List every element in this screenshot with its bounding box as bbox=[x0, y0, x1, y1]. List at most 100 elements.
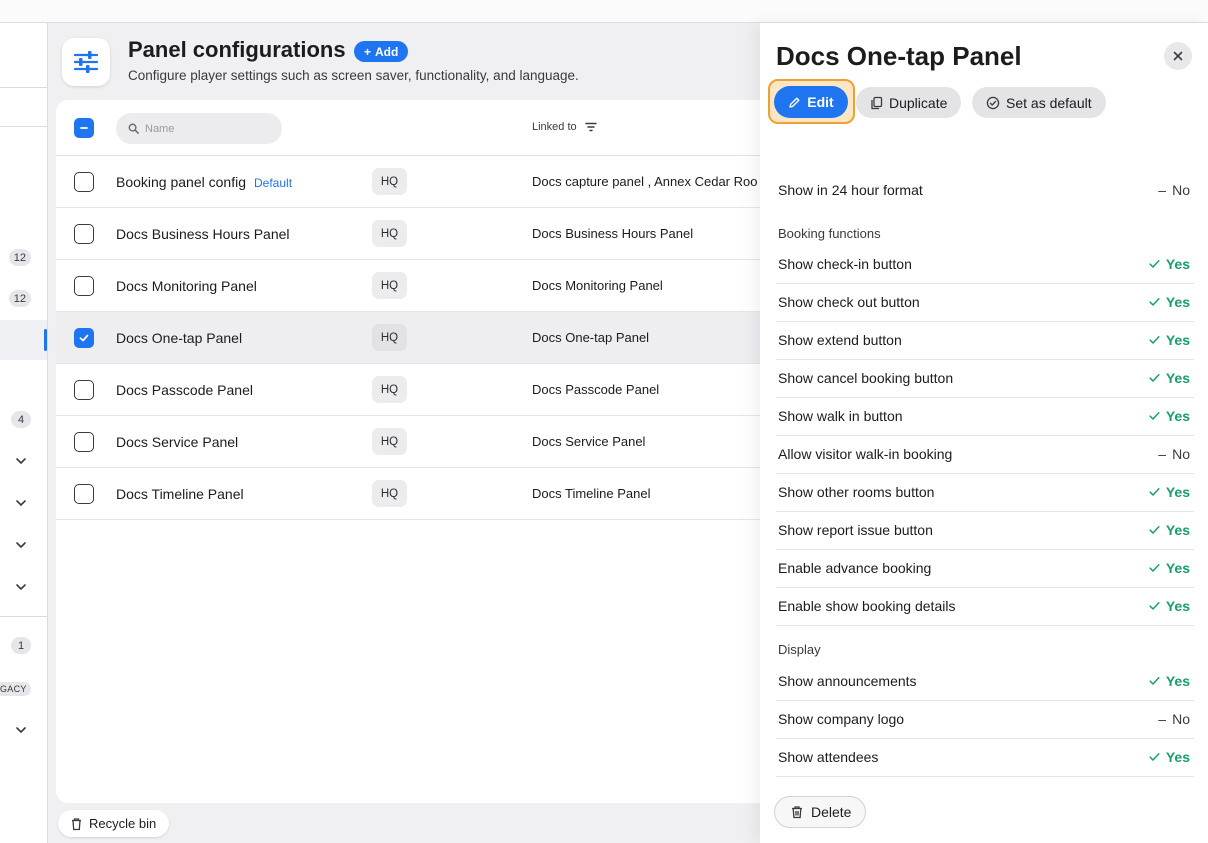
row-name-text: Docs Business Hours Panel bbox=[116, 226, 290, 242]
setting-row: Show other rooms button Yes bbox=[776, 474, 1194, 512]
setting-row: Allow visitor walk-in booking – No bbox=[776, 436, 1194, 474]
trash-icon bbox=[72, 817, 81, 830]
row-name[interactable]: Docs Passcode Panel bbox=[116, 382, 253, 398]
row-name-text: Docs Passcode Panel bbox=[116, 382, 253, 398]
main-content: Panel configurations + Add Configure pla… bbox=[48, 23, 768, 843]
recycle-bin-label: Recycle bin bbox=[89, 816, 157, 831]
detail-panel: Docs One-tap Panel Edit Duplicate Set as… bbox=[760, 23, 1208, 843]
check-icon bbox=[1149, 526, 1160, 534]
check-icon bbox=[1149, 298, 1160, 306]
row-checkbox[interactable] bbox=[74, 484, 94, 504]
setting-label: Show check out button bbox=[778, 294, 920, 310]
table-header: Linked to bbox=[56, 100, 768, 156]
row-name-text: Booking panel config bbox=[116, 174, 246, 190]
setting-value-text: Yes bbox=[1165, 484, 1190, 500]
setting-value-text: Yes bbox=[1165, 522, 1190, 538]
check-circle-icon bbox=[986, 96, 1000, 109]
section-title-display: Display bbox=[778, 642, 821, 657]
setting-label: Show in 24 hour format bbox=[778, 182, 923, 198]
chevron-down-icon[interactable] bbox=[14, 580, 28, 594]
setting-value: – No bbox=[1158, 446, 1190, 462]
row-name-text: Docs Timeline Panel bbox=[116, 486, 244, 502]
setting-label: Enable advance booking bbox=[778, 560, 932, 576]
table-row[interactable]: Booking panel config Default HQ Docs captur… bbox=[56, 156, 768, 208]
linked-to-column-header[interactable]: Linked to bbox=[532, 121, 597, 133]
copy-icon bbox=[871, 96, 883, 109]
setting-row: Show cancel booking button Yes bbox=[776, 360, 1194, 398]
dash-icon: – bbox=[1158, 182, 1167, 198]
sidebar-count-badge: 4 bbox=[11, 411, 31, 428]
pencil-icon bbox=[789, 97, 800, 108]
search-field[interactable] bbox=[116, 113, 282, 144]
chevron-down-icon[interactable] bbox=[14, 538, 28, 552]
dash-icon: – bbox=[1158, 446, 1167, 462]
check-icon bbox=[1149, 336, 1160, 344]
row-checkbox[interactable] bbox=[74, 276, 94, 296]
edit-button[interactable]: Edit bbox=[774, 86, 848, 118]
row-name[interactable]: Docs Business Hours Panel bbox=[116, 226, 290, 242]
close-icon bbox=[1173, 51, 1183, 61]
sidebar-item-active[interactable] bbox=[0, 320, 47, 360]
setting-value-text: Yes bbox=[1165, 370, 1190, 386]
table-row[interactable]: Docs Business Hours Panel HQ Docs Business… bbox=[56, 208, 768, 260]
setting-label: Show walk in button bbox=[778, 408, 903, 424]
row-name[interactable]: Docs One-tap Panel bbox=[116, 330, 242, 346]
check-icon bbox=[1149, 677, 1160, 685]
duplicate-button[interactable]: Duplicate bbox=[856, 87, 962, 118]
search-input[interactable] bbox=[145, 122, 265, 135]
row-checkbox[interactable] bbox=[74, 224, 94, 244]
row-name[interactable]: Docs Timeline Panel bbox=[116, 486, 244, 502]
setting-value-text: Yes bbox=[1165, 673, 1190, 689]
setting-value: Yes bbox=[1149, 522, 1190, 538]
setting-label: Show other rooms button bbox=[778, 484, 935, 500]
setting-value: Yes bbox=[1149, 332, 1190, 348]
row-checkbox[interactable] bbox=[74, 380, 94, 400]
row-name[interactable]: Docs Monitoring Panel bbox=[116, 278, 257, 294]
table-row[interactable]: Docs Timeline Panel HQ Docs Timeline Panel bbox=[56, 468, 768, 520]
setting-row: Show attendees Yes bbox=[776, 739, 1194, 777]
table-row[interactable]: Docs Service Panel HQ Docs Service Panel bbox=[56, 416, 768, 468]
add-button[interactable]: + Add bbox=[354, 41, 409, 62]
setting-row: Show check out button Yes bbox=[776, 284, 1194, 322]
row-checkbox[interactable] bbox=[74, 328, 94, 348]
check-icon bbox=[79, 334, 89, 342]
setting-row: Show report issue button Yes bbox=[776, 512, 1194, 550]
row-linked-to: Docs Monitoring Panel bbox=[532, 278, 663, 293]
delete-button[interactable]: Delete bbox=[774, 796, 867, 828]
sidebar-count-badge: 1 bbox=[11, 637, 31, 654]
setting-row: Enable show booking details Yes bbox=[776, 588, 1194, 626]
trash-icon bbox=[792, 806, 802, 819]
check-icon bbox=[1149, 412, 1160, 420]
setting-value: – No bbox=[1158, 711, 1190, 727]
sidebar-divider bbox=[0, 616, 47, 617]
row-checkbox[interactable] bbox=[74, 172, 94, 192]
close-button[interactable] bbox=[1164, 42, 1192, 70]
table-row[interactable]: Docs One-tap Panel HQ Docs One-tap Panel bbox=[56, 312, 768, 364]
setting-row: Show walk in button Yes bbox=[776, 398, 1194, 436]
row-name[interactable]: Booking panel config Default bbox=[116, 174, 292, 190]
setting-label: Show announcements bbox=[778, 673, 917, 689]
row-linked-to: Docs Service Panel bbox=[532, 434, 646, 449]
sidebar-divider bbox=[0, 87, 47, 88]
sidebar: 12 12 4 1 GACY bbox=[0, 23, 48, 843]
row-checkbox[interactable] bbox=[74, 432, 94, 452]
set-as-default-button[interactable]: Set as default bbox=[972, 87, 1106, 118]
edit-button-label: Edit bbox=[807, 94, 834, 110]
setting-value-text: Yes bbox=[1165, 256, 1190, 272]
filter-icon[interactable] bbox=[584, 122, 597, 132]
check-icon bbox=[1149, 753, 1160, 761]
recycle-bin-button[interactable]: Recycle bin bbox=[58, 810, 170, 837]
chevron-down-icon[interactable] bbox=[14, 723, 28, 737]
select-all-checkbox[interactable] bbox=[74, 118, 94, 138]
chevron-down-icon[interactable] bbox=[14, 454, 28, 468]
chevron-down-icon[interactable] bbox=[14, 496, 28, 510]
default-badge: Default bbox=[254, 176, 293, 190]
location-tag: HQ bbox=[372, 168, 407, 195]
row-name[interactable]: Docs Service Panel bbox=[116, 434, 238, 450]
table-row[interactable]: Docs Monitoring Panel HQ Docs Monitoring P… bbox=[56, 260, 768, 312]
setting-value-text: Yes bbox=[1165, 294, 1190, 310]
table-row[interactable]: Docs Passcode Panel HQ Docs Passcode Panel bbox=[56, 364, 768, 416]
check-icon bbox=[1149, 488, 1160, 496]
setting-value: Yes bbox=[1149, 294, 1190, 310]
row-linked-to: Docs Business Hours Panel bbox=[532, 226, 694, 241]
